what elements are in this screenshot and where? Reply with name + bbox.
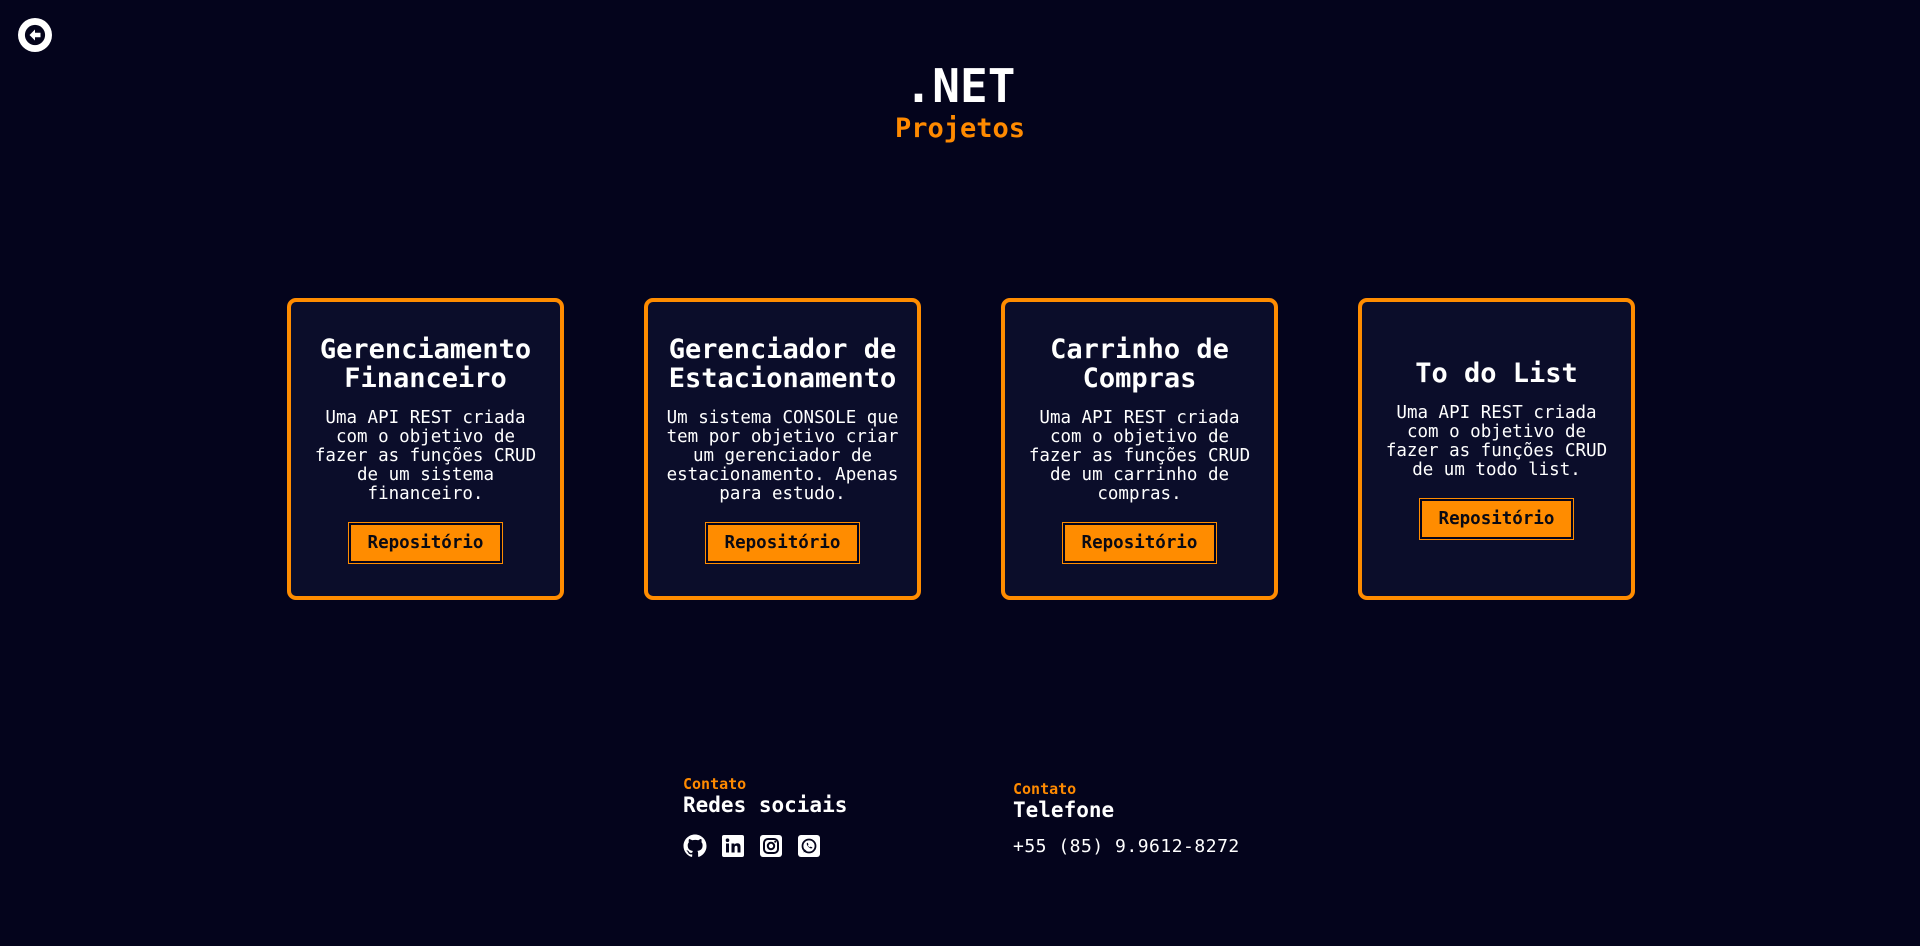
phone-section: Contato Telefone +55 (85) 9.9612-8272 [1013, 780, 1240, 857]
project-description: Uma API REST criada com o objetivo de fa… [1385, 403, 1608, 480]
phone-label: Contato [1013, 780, 1077, 798]
page-header: .NET Projetos [0, 58, 1920, 144]
social-label: Contato [683, 775, 747, 793]
repository-button[interactable]: Repositório [348, 523, 503, 563]
project-title: Gerenciador de Estacionamento [668, 334, 897, 394]
page-title: .NET [904, 59, 1016, 113]
project-card: To do List Uma API REST criada com o obj… [1358, 298, 1635, 600]
project-card: Gerenciamento Financeiro Uma API REST cr… [287, 298, 564, 600]
project-card: Gerenciador de Estacionamento Um sistema… [644, 298, 921, 600]
social-heading: Redes sociais [683, 793, 848, 817]
project-description: Um sistema CONSOLE que tem por objetivo … [666, 408, 899, 504]
project-title: Carrinho de Compras [1050, 334, 1229, 394]
instagram-icon[interactable] [759, 834, 783, 858]
repository-button[interactable]: Repositório [705, 523, 860, 563]
github-icon[interactable] [683, 834, 707, 858]
page-subtitle: Projetos [894, 113, 1026, 144]
phone-heading: Telefone [1013, 798, 1115, 822]
back-button[interactable] [18, 18, 52, 52]
linkedin-icon[interactable] [721, 834, 745, 858]
phone-number: +55 (85) 9.9612-8272 [1013, 836, 1240, 857]
social-links [683, 834, 847, 858]
project-cards: Gerenciamento Financeiro Uma API REST cr… [287, 298, 1635, 600]
project-description: Uma API REST criada com o objetivo de fa… [1028, 408, 1251, 504]
project-description: Uma API REST criada com o objetivo de fa… [314, 408, 537, 504]
social-section: Contato Redes sociais [683, 775, 847, 858]
project-card: Carrinho de Compras Uma API REST criada … [1001, 298, 1278, 600]
arrow-left-icon [24, 24, 46, 46]
whatsapp-icon[interactable] [797, 834, 821, 858]
repository-button[interactable]: Repositório [1062, 523, 1217, 563]
project-title: To do List [1415, 358, 1578, 389]
project-title: Gerenciamento Financeiro [319, 334, 532, 394]
repository-button[interactable]: Repositório [1419, 499, 1574, 539]
